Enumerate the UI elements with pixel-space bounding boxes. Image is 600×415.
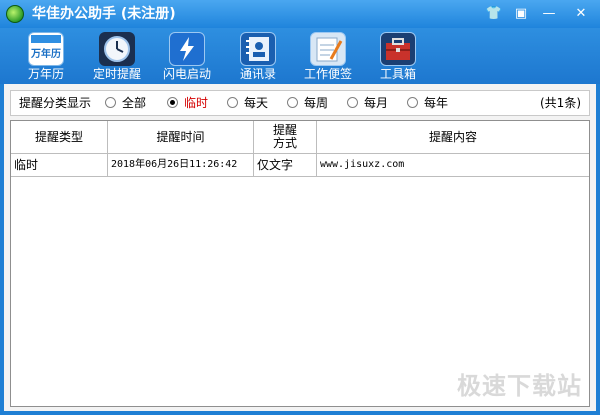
- app-logo-icon: [6, 5, 24, 23]
- close-button[interactable]: ✕: [570, 5, 592, 23]
- filter-option-label: 全部: [122, 96, 147, 110]
- filter-option-label: 每月: [364, 96, 389, 110]
- radio-icon: [105, 97, 116, 108]
- calendar-icon-text: 万年历: [30, 47, 61, 60]
- toolbar-quicklaunch-label: 闪电启动: [162, 67, 211, 81]
- filter-option-label: 临时: [184, 96, 209, 110]
- toolbar-contacts-label: 通讯录: [239, 67, 276, 81]
- column-header-time[interactable]: 提醒时间: [108, 121, 254, 153]
- calendar-icon: 万年历: [28, 32, 64, 66]
- toolbar-quicklaunch-button[interactable]: 闪电启动: [151, 30, 223, 84]
- cell-type: 临时: [11, 154, 108, 176]
- filter-option-label: 每周: [304, 96, 329, 110]
- radio-icon: [227, 97, 238, 108]
- cell-time: 2018年06月26日11:26:42: [108, 154, 254, 176]
- column-header-content[interactable]: 提醒内容: [317, 121, 589, 153]
- toolbar-toolbox-label: 工具箱: [379, 67, 416, 81]
- radio-icon: [347, 97, 358, 108]
- reminder-filter-bar: 提醒分类显示 全部 临时 每天 每周 每月 每年 (共1条): [10, 90, 590, 116]
- minimize-button[interactable]: —: [538, 5, 560, 23]
- toolbar-contacts-button[interactable]: 通讯录: [222, 30, 294, 84]
- notepad-icon: [310, 32, 346, 66]
- window-title: 华佳办公助手 (未注册): [32, 6, 176, 22]
- column-header-method[interactable]: 提醒方式: [254, 121, 317, 153]
- toolbox-icon: [380, 32, 416, 66]
- filter-option-label: 每天: [244, 96, 269, 110]
- radio-icon: [287, 97, 298, 108]
- skin-button[interactable]: 👕: [483, 5, 505, 23]
- main-toolbar: 万年历 万年历 定时提醒 闪电启动 通讯录 工作便签 工具箱: [0, 28, 600, 84]
- watermark-text: 极速下载站: [457, 372, 582, 400]
- radio-selected-icon: [167, 97, 178, 108]
- column-header-type[interactable]: 提醒类型: [11, 121, 108, 153]
- clock-icon: [99, 32, 135, 66]
- filter-label: 提醒分类显示: [19, 96, 92, 110]
- cell-content: www.jisuxz.com: [320, 159, 405, 170]
- cell-method: 仅文字: [254, 154, 317, 176]
- toolbar-notes-label: 工作便签: [303, 67, 352, 81]
- lightning-icon: [169, 32, 205, 66]
- reminder-table: 提醒类型 提醒时间 提醒方式 提醒内容 临时 2018年06月26日11:26:…: [10, 120, 590, 407]
- menu-button[interactable]: ▣: [510, 5, 532, 23]
- toolbar-calendar-label: 万年历: [27, 67, 64, 81]
- table-header: 提醒类型 提醒时间 提醒方式 提醒内容: [11, 121, 589, 154]
- app-window: 华佳办公助手 (未注册) 👕 ▣ — ✕ 万年历 万年历 定时提醒 闪电启动 通…: [0, 0, 600, 415]
- record-count: (共1条): [540, 96, 581, 110]
- table-row[interactable]: 临时 2018年06月26日11:26:42 仅文字 www.jisuxz.co…: [11, 154, 589, 177]
- toolbar-reminder-label: 定时提醒: [92, 67, 141, 81]
- contacts-icon: [240, 32, 276, 66]
- content-panel: 提醒分类显示 全部 临时 每天 每周 每月 每年 (共1条) 提醒类型 提醒时间…: [4, 84, 596, 411]
- title-bar[interactable]: 华佳办公助手 (未注册) 👕 ▣ — ✕: [0, 0, 600, 28]
- toolbar-notes-button[interactable]: 工作便签: [292, 30, 364, 84]
- radio-icon: [407, 97, 418, 108]
- toolbar-toolbox-button[interactable]: 工具箱: [362, 30, 434, 84]
- filter-option-label: 每年: [424, 96, 449, 110]
- toolbar-calendar-button[interactable]: 万年历 万年历: [10, 30, 82, 84]
- toolbar-reminder-button[interactable]: 定时提醒: [81, 30, 153, 84]
